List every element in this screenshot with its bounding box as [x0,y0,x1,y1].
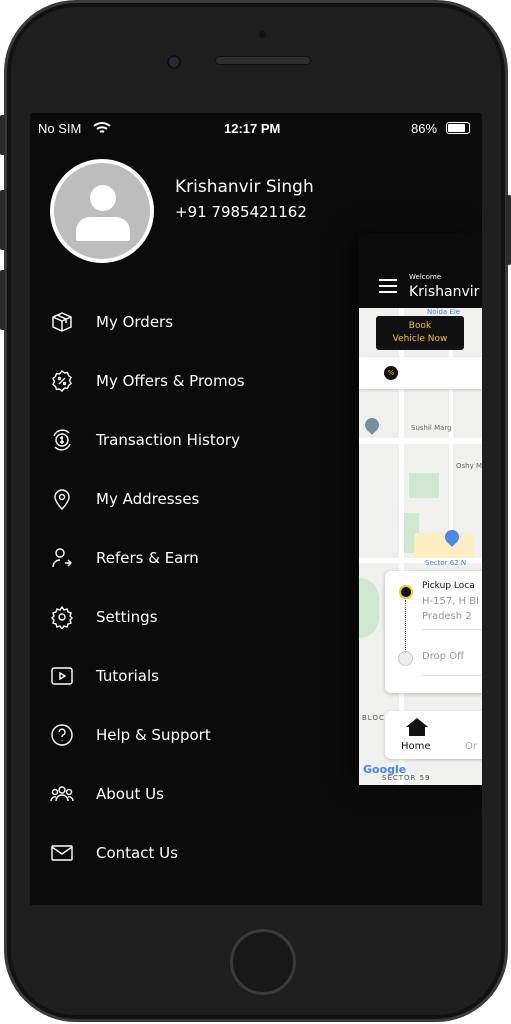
user-phone: +91 7985421162 [175,203,307,221]
menu-item-label: Transaction History [96,431,240,449]
nav-orders[interactable]: Or [465,741,477,752]
menu-item-tutorials[interactable]: Tutorials [50,656,370,696]
map-label: Oshy M [456,462,482,470]
route-card[interactable]: Pickup Loca H-157, H Bl Pradesh 2 Drop O… [385,571,482,693]
discount-badge-icon: % [384,366,398,380]
menu-item-label: Settings [96,608,158,626]
pickup-address: H-157, H Bl [422,596,479,607]
welcome-label: Welcome [409,273,442,281]
mute-switch [0,115,5,155]
map-label: BLOC [362,714,385,722]
front-camera [167,55,181,69]
volume-up-button [0,190,5,250]
map-label: Sushil Marg [411,424,452,432]
mail-icon [51,845,73,861]
earpiece-speaker [215,56,311,65]
avatar[interactable] [50,159,154,263]
clock: 12:17 PM [224,121,281,136]
gear-icon [51,605,73,629]
menu-item-label: About Us [96,785,164,803]
preview-header: Welcome Krishanvir [359,233,482,308]
volume-down-button [0,270,5,330]
hamburger-menu-icon[interactable] [379,278,397,294]
status-bar: No SIM 12:17 PM 86% [30,113,482,145]
home-screen-preview[interactable]: Welcome Krishanvir Sector 62 N Noida Ele… [359,233,482,785]
play-icon [51,667,73,685]
menu-item-my-offers-promos[interactable]: My Offers & Promos [50,361,370,401]
user-name: Krishanvir Singh [175,177,314,197]
home-button[interactable] [230,929,296,995]
menu-item-label: My Offers & Promos [96,372,245,390]
location-pin-icon [54,489,70,510]
menu-item-contact-us[interactable]: Contact Us [50,833,370,873]
menu-item-settings[interactable]: Settings [50,597,370,637]
book-vehicle-button[interactable]: Book Vehicle Now [376,316,464,350]
box-icon [52,312,72,332]
user-share-icon [52,548,72,568]
map-label: Noida Ele [427,308,461,316]
menu-item-my-orders[interactable]: My Orders [50,302,370,342]
group-icon [50,786,74,802]
screen: No SIM 12:17 PM 86% Krishanvir Singh +91… [30,113,482,905]
pickup-title: Pickup Loca [422,581,475,591]
welcome-name: Krishanvir [409,284,480,300]
promo-bar[interactable]: % [359,357,482,389]
menu-item-label: Help & Support [96,726,211,744]
menu-item-label: My Addresses [96,490,200,508]
menu-item-label: Tutorials [96,667,159,685]
nav-home[interactable]: Home [401,741,431,752]
question-icon [51,724,73,746]
map-pin-icon [362,415,382,435]
menu-item-label: Contact Us [96,844,178,862]
discount-badge-icon [52,370,72,392]
menu-item-my-addresses[interactable]: My Addresses [50,479,370,519]
map-label: Sector 62 N [425,559,467,567]
power-button [506,195,511,265]
pickup-dot-icon [399,585,413,599]
wifi-icon [93,122,111,133]
battery-percent: 86% [411,121,438,136]
battery-icon [446,122,470,134]
menu-item-label: My Orders [96,313,174,331]
menu-item-label: Refers & Earn [96,549,199,567]
home-icon [406,718,428,736]
menu-item-help-support[interactable]: Help & Support [50,715,370,755]
menu-item-refers-earn[interactable]: Refers & Earn [50,538,370,578]
pickup-address-2: Pradesh 2 [422,611,472,622]
bottom-nav: Home Or [385,711,482,759]
map-label: SECTOR 59 [382,774,431,782]
dropoff-dot-icon [398,651,413,666]
carrier: No SIM [38,121,82,136]
menu-item-transaction-history[interactable]: Transaction History [50,420,370,460]
dropoff-field[interactable]: Drop Off [422,651,464,662]
menu-item-about-us[interactable]: About Us [50,774,370,814]
sensor [259,31,266,38]
transaction-icon [53,429,71,451]
